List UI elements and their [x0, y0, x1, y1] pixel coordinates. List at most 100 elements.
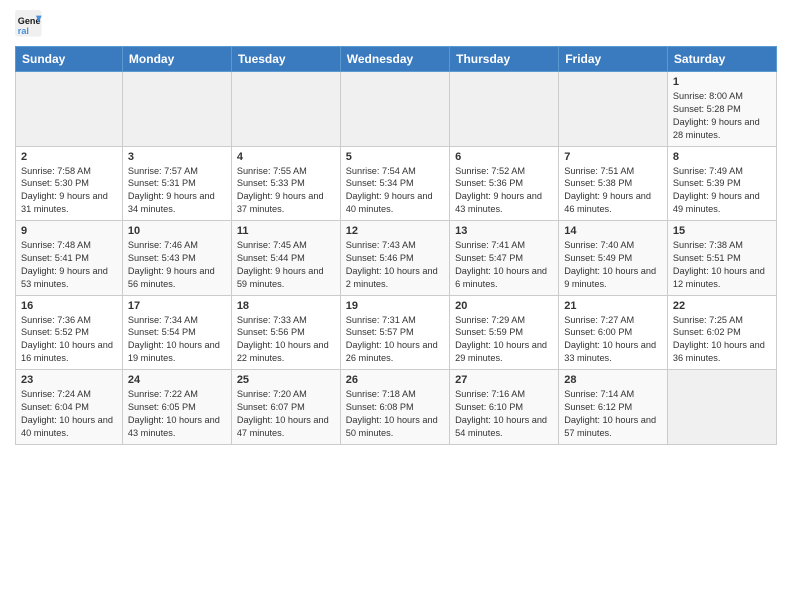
day-number: 25 [237, 374, 335, 386]
calendar-day-cell: 13Sunrise: 7:41 AM Sunset: 5:47 PM Dayli… [450, 221, 559, 296]
weekday-header: Tuesday [231, 47, 340, 72]
day-number: 26 [346, 374, 444, 386]
calendar-week-row: 2 Sunrise: 7:58 AM Sunset: 5:30 PM Daylig… [16, 146, 777, 221]
calendar-week-row: 1Sunrise: 8:00 AM Sunset: 5:28 PM Daylig… [16, 72, 777, 147]
calendar-page: Gene ral SundayMondayTuesdayWednesdayThu… [0, 0, 792, 612]
calendar-day-cell: 22Sunrise: 7:25 AM Sunset: 6:02 PM Dayli… [667, 295, 776, 370]
day-detail: Sunrise: 7:34 AM Sunset: 5:54 PM Dayligh… [128, 314, 226, 366]
day-number: 2 [21, 151, 117, 163]
weekday-header: Friday [559, 47, 668, 72]
day-detail: Sunrise: 7:22 AM Sunset: 6:05 PM Dayligh… [128, 388, 226, 440]
day-detail: Sunrise: 7:29 AM Sunset: 5:59 PM Dayligh… [455, 314, 553, 366]
day-detail: Sunrise: 7:46 AM Sunset: 5:43 PM Dayligh… [128, 239, 226, 291]
calendar-day-cell: 16 Sunrise: 7:36 AM Sunset: 5:52 PM Dayli… [16, 295, 123, 370]
calendar-day-cell: 3 Sunrise: 7:57 AM Sunset: 5:31 PM Daylig… [122, 146, 231, 221]
calendar-day-cell: 25 Sunrise: 7:20 AM Sunset: 6:07 PM Dayli… [231, 370, 340, 445]
day-number: 22 [673, 300, 771, 312]
day-number: 18 [237, 300, 335, 312]
calendar-day-cell: 26 Sunrise: 7:18 AM Sunset: 6:08 PM Dayli… [340, 370, 449, 445]
calendar-week-row: 23 Sunrise: 7:24 AM Sunset: 6:04 PM Dayli… [16, 370, 777, 445]
day-detail: Sunrise: 7:14 AM Sunset: 6:12 PM Dayligh… [564, 388, 662, 440]
calendar-day-cell [16, 72, 123, 147]
page-header: Gene ral [15, 10, 777, 38]
day-detail: Sunrise: 8:00 AM Sunset: 5:28 PM Dayligh… [673, 90, 771, 142]
calendar-day-cell [559, 72, 668, 147]
day-detail: Sunrise: 7:33 AM Sunset: 5:56 PM Dayligh… [237, 314, 335, 366]
calendar-day-cell [231, 72, 340, 147]
calendar-table: SundayMondayTuesdayWednesdayThursdayFrid… [15, 46, 777, 445]
calendar-header-row: SundayMondayTuesdayWednesdayThursdayFrid… [16, 47, 777, 72]
day-number: 20 [455, 300, 553, 312]
calendar-day-cell: 1Sunrise: 8:00 AM Sunset: 5:28 PM Daylig… [667, 72, 776, 147]
calendar-day-cell [450, 72, 559, 147]
day-detail: Sunrise: 7:45 AM Sunset: 5:44 PM Dayligh… [237, 239, 335, 291]
day-number: 28 [564, 374, 662, 386]
calendar-day-cell: 11 Sunrise: 7:45 AM Sunset: 5:44 PM Dayli… [231, 221, 340, 296]
day-number: 21 [564, 300, 662, 312]
day-detail: Sunrise: 7:24 AM Sunset: 6:04 PM Dayligh… [21, 388, 117, 440]
day-detail: Sunrise: 7:36 AM Sunset: 5:52 PM Dayligh… [21, 314, 117, 366]
day-detail: Sunrise: 7:57 AM Sunset: 5:31 PM Dayligh… [128, 165, 226, 217]
day-number: 10 [128, 225, 226, 237]
calendar-day-cell [340, 72, 449, 147]
calendar-day-cell: 5 Sunrise: 7:54 AM Sunset: 5:34 PM Daylig… [340, 146, 449, 221]
day-number: 4 [237, 151, 335, 163]
day-number: 5 [346, 151, 444, 163]
day-number: 23 [21, 374, 117, 386]
weekday-header: Thursday [450, 47, 559, 72]
calendar-day-cell: 28 Sunrise: 7:14 AM Sunset: 6:12 PM Dayli… [559, 370, 668, 445]
day-number: 24 [128, 374, 226, 386]
calendar-day-cell: 17 Sunrise: 7:34 AM Sunset: 5:54 PM Dayli… [122, 295, 231, 370]
day-number: 11 [237, 225, 335, 237]
day-number: 3 [128, 151, 226, 163]
calendar-day-cell: 2 Sunrise: 7:58 AM Sunset: 5:30 PM Daylig… [16, 146, 123, 221]
calendar-day-cell [667, 370, 776, 445]
weekday-header: Wednesday [340, 47, 449, 72]
calendar-day-cell: 27 Sunrise: 7:16 AM Sunset: 6:10 PM Dayli… [450, 370, 559, 445]
day-number: 19 [346, 300, 444, 312]
day-number: 17 [128, 300, 226, 312]
calendar-day-cell: 19 Sunrise: 7:31 AM Sunset: 5:57 PM Dayli… [340, 295, 449, 370]
calendar-day-cell: 8 Sunrise: 7:49 AM Sunset: 5:39 PM Daylig… [667, 146, 776, 221]
calendar-day-cell: 9Sunrise: 7:48 AM Sunset: 5:41 PM Daylig… [16, 221, 123, 296]
weekday-header: Saturday [667, 47, 776, 72]
day-number: 7 [564, 151, 662, 163]
calendar-day-cell: 20 Sunrise: 7:29 AM Sunset: 5:59 PM Dayli… [450, 295, 559, 370]
calendar-day-cell: 7 Sunrise: 7:51 AM Sunset: 5:38 PM Daylig… [559, 146, 668, 221]
day-number: 9 [21, 225, 117, 237]
day-detail: Sunrise: 7:55 AM Sunset: 5:33 PM Dayligh… [237, 165, 335, 217]
day-detail: Sunrise: 7:51 AM Sunset: 5:38 PM Dayligh… [564, 165, 662, 217]
day-number: 13 [455, 225, 553, 237]
day-detail: Sunrise: 7:54 AM Sunset: 5:34 PM Dayligh… [346, 165, 444, 217]
weekday-header: Sunday [16, 47, 123, 72]
calendar-day-cell: 21 Sunrise: 7:27 AM Sunset: 6:00 PM Dayli… [559, 295, 668, 370]
calendar-day-cell: 10 Sunrise: 7:46 AM Sunset: 5:43 PM Dayli… [122, 221, 231, 296]
logo: Gene ral [15, 10, 47, 38]
day-detail: Sunrise: 7:18 AM Sunset: 6:08 PM Dayligh… [346, 388, 444, 440]
day-number: 16 [21, 300, 117, 312]
calendar-day-cell: 4 Sunrise: 7:55 AM Sunset: 5:33 PM Daylig… [231, 146, 340, 221]
day-detail: Sunrise: 7:40 AM Sunset: 5:49 PM Dayligh… [564, 239, 662, 291]
day-detail: Sunrise: 7:31 AM Sunset: 5:57 PM Dayligh… [346, 314, 444, 366]
svg-text:ral: ral [18, 26, 29, 36]
calendar-day-cell: 12Sunrise: 7:43 AM Sunset: 5:46 PM Dayli… [340, 221, 449, 296]
day-detail: Sunrise: 7:27 AM Sunset: 6:00 PM Dayligh… [564, 314, 662, 366]
day-detail: Sunrise: 7:38 AM Sunset: 5:51 PM Dayligh… [673, 239, 771, 291]
calendar-day-cell: 14Sunrise: 7:40 AM Sunset: 5:49 PM Dayli… [559, 221, 668, 296]
day-number: 27 [455, 374, 553, 386]
calendar-day-cell: 18 Sunrise: 7:33 AM Sunset: 5:56 PM Dayli… [231, 295, 340, 370]
day-number: 6 [455, 151, 553, 163]
calendar-week-row: 16 Sunrise: 7:36 AM Sunset: 5:52 PM Dayli… [16, 295, 777, 370]
calendar-day-cell: 15Sunrise: 7:38 AM Sunset: 5:51 PM Dayli… [667, 221, 776, 296]
calendar-day-cell [122, 72, 231, 147]
day-number: 8 [673, 151, 771, 163]
day-detail: Sunrise: 7:58 AM Sunset: 5:30 PM Dayligh… [21, 165, 117, 217]
weekday-header: Monday [122, 47, 231, 72]
calendar-day-cell: 24 Sunrise: 7:22 AM Sunset: 6:05 PM Dayli… [122, 370, 231, 445]
logo-icon: Gene ral [15, 10, 43, 38]
day-detail: Sunrise: 7:20 AM Sunset: 6:07 PM Dayligh… [237, 388, 335, 440]
calendar-day-cell: 6Sunrise: 7:52 AM Sunset: 5:36 PM Daylig… [450, 146, 559, 221]
day-detail: Sunrise: 7:49 AM Sunset: 5:39 PM Dayligh… [673, 165, 771, 217]
day-detail: Sunrise: 7:16 AM Sunset: 6:10 PM Dayligh… [455, 388, 553, 440]
calendar-day-cell: 23 Sunrise: 7:24 AM Sunset: 6:04 PM Dayli… [16, 370, 123, 445]
